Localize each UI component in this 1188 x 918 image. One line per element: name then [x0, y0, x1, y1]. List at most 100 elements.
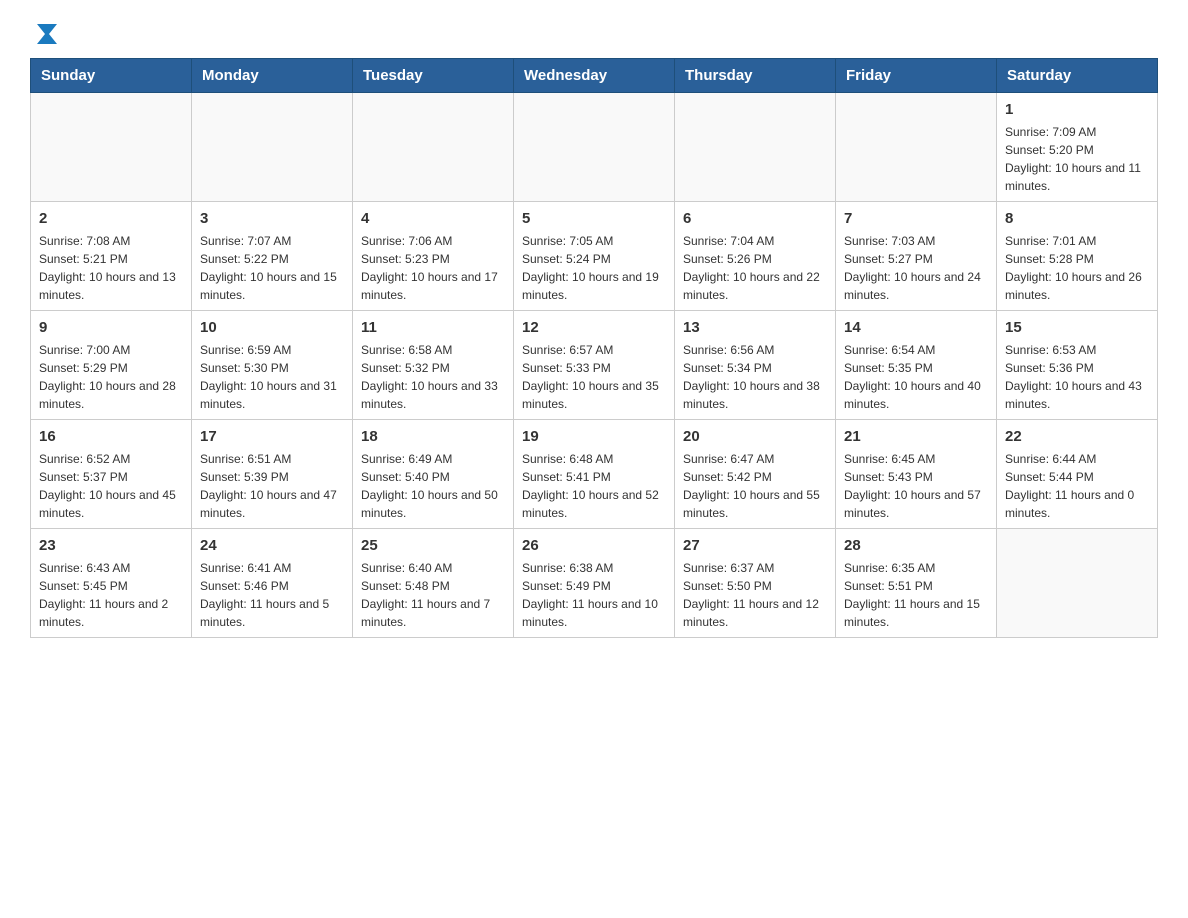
day-number: 21 [844, 426, 988, 447]
weekday-header-row: SundayMondayTuesdayWednesdayThursdayFrid… [31, 59, 1158, 93]
day-info: Sunrise: 6:45 AM Sunset: 5:43 PM Dayligh… [844, 450, 988, 522]
day-info: Sunrise: 6:52 AM Sunset: 5:37 PM Dayligh… [39, 450, 183, 522]
day-number: 18 [361, 426, 505, 447]
day-info: Sunrise: 6:41 AM Sunset: 5:46 PM Dayligh… [200, 559, 344, 631]
calendar-cell: 4 Sunrise: 7:06 AM Sunset: 5:23 PM Daylig… [353, 202, 514, 311]
calendar-cell: 19 Sunrise: 6:48 AM Sunset: 5:41 PM Dayli… [514, 420, 675, 529]
day-number: 9 [39, 317, 183, 338]
day-number: 23 [39, 535, 183, 556]
calendar-cell: 28Sunrise: 6:35 AM Sunset: 5:51 PM Dayli… [836, 529, 997, 638]
day-number: 26 [522, 535, 666, 556]
day-info: Sunrise: 6:43 AM Sunset: 5:45 PM Dayligh… [39, 559, 183, 631]
calendar-cell: 21 Sunrise: 6:45 AM Sunset: 5:43 PM Dayli… [836, 420, 997, 529]
calendar-cell: 24 Sunrise: 6:41 AM Sunset: 5:46 PM Dayli… [192, 529, 353, 638]
day-info: Sunrise: 7:06 AM Sunset: 5:23 PM Dayligh… [361, 232, 505, 304]
calendar-cell: 12 Sunrise: 6:57 AM Sunset: 5:33 PM Dayli… [514, 311, 675, 420]
day-info: Sunrise: 7:01 AM Sunset: 5:28 PM Dayligh… [1005, 232, 1149, 304]
calendar-cell [353, 93, 514, 202]
calendar-cell [675, 93, 836, 202]
day-number: 12 [522, 317, 666, 338]
day-info: Sunrise: 6:38 AM Sunset: 5:49 PM Dayligh… [522, 559, 666, 631]
calendar-cell [836, 93, 997, 202]
calendar-cell: 8 Sunrise: 7:01 AM Sunset: 5:28 PM Daylig… [997, 202, 1158, 311]
day-info: Sunrise: 6:35 AM Sunset: 5:51 PM Dayligh… [844, 559, 988, 631]
calendar-table: SundayMondayTuesdayWednesdayThursdayFrid… [30, 58, 1158, 638]
calendar-cell: 3 Sunrise: 7:07 AM Sunset: 5:22 PM Daylig… [192, 202, 353, 311]
day-number: 1 [1005, 99, 1149, 120]
day-number: 19 [522, 426, 666, 447]
calendar-cell: 23 Sunrise: 6:43 AM Sunset: 5:45 PM Dayli… [31, 529, 192, 638]
day-number: 8 [1005, 208, 1149, 229]
weekday-header-wednesday: Wednesday [514, 59, 675, 93]
day-info: Sunrise: 7:07 AM Sunset: 5:22 PM Dayligh… [200, 232, 344, 304]
day-info: Sunrise: 6:59 AM Sunset: 5:30 PM Dayligh… [200, 341, 344, 413]
day-info: Sunrise: 6:37 AM Sunset: 5:50 PM Dayligh… [683, 559, 827, 631]
day-number: 6 [683, 208, 827, 229]
day-number: 10 [200, 317, 344, 338]
day-number: 4 [361, 208, 505, 229]
day-info: Sunrise: 7:00 AM Sunset: 5:29 PM Dayligh… [39, 341, 183, 413]
calendar-cell [514, 93, 675, 202]
day-number: 25 [361, 535, 505, 556]
weekday-header-saturday: Saturday [997, 59, 1158, 93]
calendar-cell: 25 Sunrise: 6:40 AM Sunset: 5:48 PM Dayli… [353, 529, 514, 638]
day-number: 24 [200, 535, 344, 556]
calendar-cell: 5Sunrise: 7:05 AM Sunset: 5:24 PM Daylig… [514, 202, 675, 311]
calendar-cell: 17 Sunrise: 6:51 AM Sunset: 5:39 PM Dayli… [192, 420, 353, 529]
day-info: Sunrise: 6:57 AM Sunset: 5:33 PM Dayligh… [522, 341, 666, 413]
day-number: 20 [683, 426, 827, 447]
calendar-cell: 9 Sunrise: 7:00 AM Sunset: 5:29 PM Daylig… [31, 311, 192, 420]
day-info: Sunrise: 6:48 AM Sunset: 5:41 PM Dayligh… [522, 450, 666, 522]
day-info: Sunrise: 7:03 AM Sunset: 5:27 PM Dayligh… [844, 232, 988, 304]
day-info: Sunrise: 6:40 AM Sunset: 5:48 PM Dayligh… [361, 559, 505, 631]
day-info: Sunrise: 6:56 AM Sunset: 5:34 PM Dayligh… [683, 341, 827, 413]
calendar-cell: 10 Sunrise: 6:59 AM Sunset: 5:30 PM Dayli… [192, 311, 353, 420]
day-number: 14 [844, 317, 988, 338]
calendar-cell: 7 Sunrise: 7:03 AM Sunset: 5:27 PM Daylig… [836, 202, 997, 311]
calendar-cell [31, 93, 192, 202]
week-row-3: 9 Sunrise: 7:00 AM Sunset: 5:29 PM Daylig… [31, 311, 1158, 420]
day-info: Sunrise: 6:49 AM Sunset: 5:40 PM Dayligh… [361, 450, 505, 522]
day-info: Sunrise: 6:51 AM Sunset: 5:39 PM Dayligh… [200, 450, 344, 522]
day-info: Sunrise: 7:08 AM Sunset: 5:21 PM Dayligh… [39, 232, 183, 304]
calendar-cell: 1 Sunrise: 7:09 AM Sunset: 5:20 PM Daylig… [997, 93, 1158, 202]
day-number: 5 [522, 208, 666, 229]
calendar-cell: 27 Sunrise: 6:37 AM Sunset: 5:50 PM Dayli… [675, 529, 836, 638]
day-info: Sunrise: 6:54 AM Sunset: 5:35 PM Dayligh… [844, 341, 988, 413]
day-info: Sunrise: 6:58 AM Sunset: 5:32 PM Dayligh… [361, 341, 505, 413]
weekday-header-sunday: Sunday [31, 59, 192, 93]
calendar-cell: 18 Sunrise: 6:49 AM Sunset: 5:40 PM Dayli… [353, 420, 514, 529]
day-number: 27 [683, 535, 827, 556]
day-number: 11 [361, 317, 505, 338]
weekday-header-tuesday: Tuesday [353, 59, 514, 93]
calendar-cell: 16 Sunrise: 6:52 AM Sunset: 5:37 PM Dayli… [31, 420, 192, 529]
calendar-cell: 20 Sunrise: 6:47 AM Sunset: 5:42 PM Dayli… [675, 420, 836, 529]
calendar-cell [192, 93, 353, 202]
calendar-cell [997, 529, 1158, 638]
day-number: 15 [1005, 317, 1149, 338]
logo-flag-icon [33, 20, 61, 48]
week-row-2: 2 Sunrise: 7:08 AM Sunset: 5:21 PM Daylig… [31, 202, 1158, 311]
day-info: Sunrise: 7:09 AM Sunset: 5:20 PM Dayligh… [1005, 123, 1149, 195]
calendar-cell: 2 Sunrise: 7:08 AM Sunset: 5:21 PM Daylig… [31, 202, 192, 311]
day-number: 7 [844, 208, 988, 229]
calendar-cell: 14 Sunrise: 6:54 AM Sunset: 5:35 PM Dayli… [836, 311, 997, 420]
day-info: Sunrise: 6:53 AM Sunset: 5:36 PM Dayligh… [1005, 341, 1149, 413]
weekday-header-thursday: Thursday [675, 59, 836, 93]
day-info: Sunrise: 6:44 AM Sunset: 5:44 PM Dayligh… [1005, 450, 1149, 522]
logo [30, 20, 61, 48]
day-number: 16 [39, 426, 183, 447]
calendar-cell: 15 Sunrise: 6:53 AM Sunset: 5:36 PM Dayli… [997, 311, 1158, 420]
day-number: 17 [200, 426, 344, 447]
day-number: 22 [1005, 426, 1149, 447]
week-row-4: 16 Sunrise: 6:52 AM Sunset: 5:37 PM Dayli… [31, 420, 1158, 529]
week-row-5: 23 Sunrise: 6:43 AM Sunset: 5:45 PM Dayli… [31, 529, 1158, 638]
day-info: Sunrise: 6:47 AM Sunset: 5:42 PM Dayligh… [683, 450, 827, 522]
day-info: Sunrise: 7:04 AM Sunset: 5:26 PM Dayligh… [683, 232, 827, 304]
day-number: 2 [39, 208, 183, 229]
calendar-cell: 26 Sunrise: 6:38 AM Sunset: 5:49 PM Dayli… [514, 529, 675, 638]
weekday-header-friday: Friday [836, 59, 997, 93]
day-number: 13 [683, 317, 827, 338]
calendar-cell: 6 Sunrise: 7:04 AM Sunset: 5:26 PM Daylig… [675, 202, 836, 311]
day-number: 3 [200, 208, 344, 229]
